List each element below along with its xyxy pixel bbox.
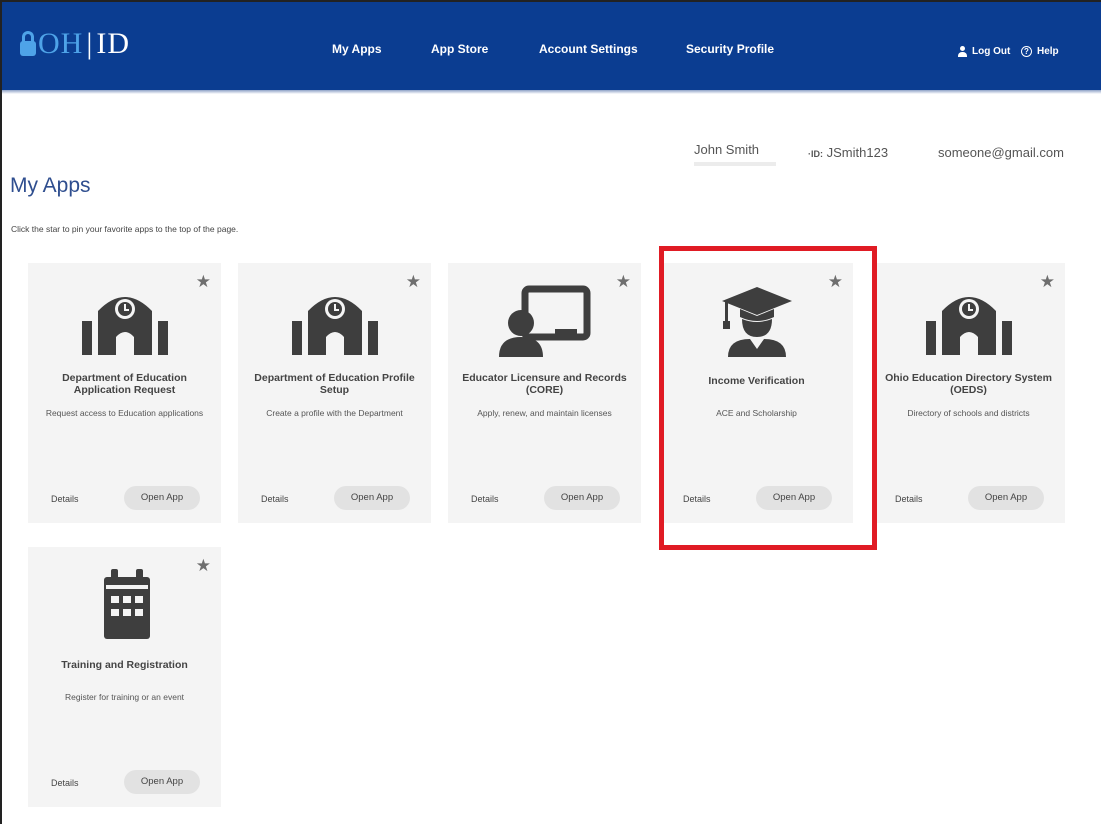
logo-oh-text: OH [38,27,84,60]
app-description: Register for training or an event [64,692,185,702]
page-title: My Apps [10,174,91,197]
app-title: Department of Education Application Requ… [62,372,187,396]
help-icon: ? [1021,46,1032,57]
app-title: Ohio Education Directory System (OEDS) [885,372,1052,396]
nav-my-apps[interactable]: My Apps [332,42,382,56]
open-app-button[interactable]: Open App [968,486,1044,510]
user-email: someone@gmail.com [938,145,1064,160]
open-app-button[interactable]: Open App [544,486,620,510]
teacher-board-icon [448,285,641,357]
calendar-icon [28,569,221,641]
app-card: ★ Department of Education Profile Setup … [238,263,431,523]
user-name: John Smith [694,142,760,157]
details-link[interactable]: Details [261,494,289,504]
app-card: ★ Educator Licensure and Records (CORE) … [448,263,641,523]
open-app-button[interactable]: Open App [124,486,200,510]
school-building-icon [872,285,1065,357]
topbar-shadow [2,90,1101,94]
page-subtitle: Click the star to pin your favorite apps… [11,224,239,234]
app-title: Training and Registration [61,659,188,671]
open-app-button[interactable]: Open App [334,486,410,510]
app-card: ★ Department of Education Application Re… [28,263,221,523]
user-id-prefix: ·ID: [808,149,823,159]
school-building-icon [28,285,221,357]
app-description: Directory of schools and districts [907,408,1030,418]
app-description: Request access to Education applications [45,408,204,418]
ohid-logo[interactable]: OH | ID [20,22,130,66]
app-title: Educator Licensure and Records (CORE) [462,372,627,396]
app-title: Department of Education Profile Setup [254,372,415,396]
logo-id-text: ID [96,27,131,60]
user-icon [957,46,968,57]
user-id: ·ID: JSmith123 [808,145,888,160]
help-label: Help [1037,46,1059,57]
user-id-value: JSmith123 [826,145,889,160]
user-name-underline [694,162,776,166]
app-card: ★ Ohio Education Directory System (OEDS)… [872,263,1065,523]
lock-icon [20,31,36,57]
open-app-button[interactable]: Open App [124,770,200,794]
logo-divider: | [86,27,94,60]
nav-account-settings[interactable]: Account Settings [539,42,638,56]
top-navigation-bar: OH | ID My Apps App Store Account Settings… [2,2,1101,90]
help-link[interactable]: ? Help [1021,46,1059,57]
app-description: Create a profile with the Department [266,408,403,418]
details-link[interactable]: Details [51,494,79,504]
details-link[interactable]: Details [51,778,79,788]
app-card: ★ Training and Registration Register for… [28,547,221,807]
nav-app-store[interactable]: App Store [431,42,488,56]
highlight-box [659,246,877,550]
school-building-icon [238,285,431,357]
app-description: Apply, renew, and maintain licenses [477,408,612,418]
details-link[interactable]: Details [895,494,923,504]
details-link[interactable]: Details [471,494,499,504]
nav-security-profile[interactable]: Security Profile [686,42,774,56]
logout-label: Log Out [972,46,1011,57]
logout-link[interactable]: Log Out [957,46,1010,57]
